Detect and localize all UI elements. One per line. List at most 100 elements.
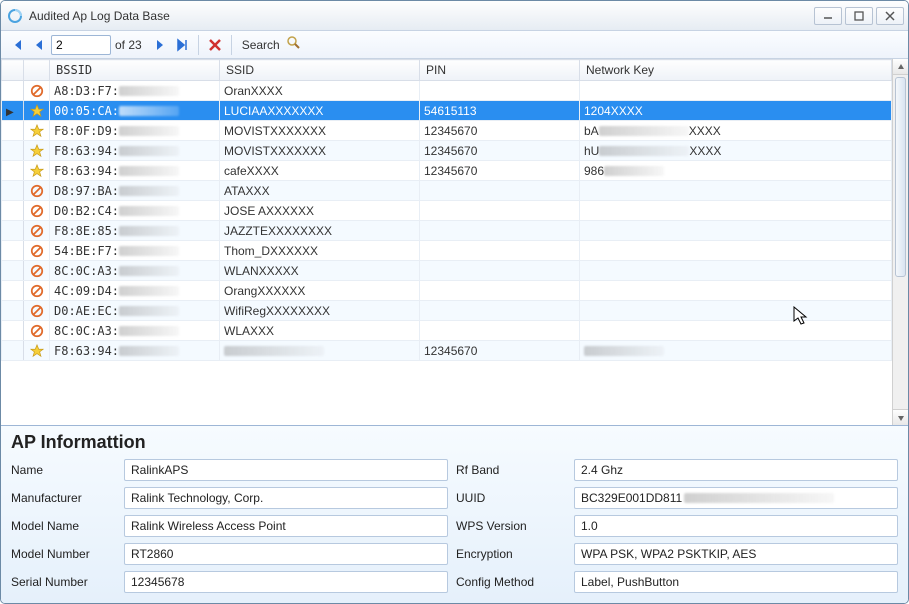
cell-ssid[interactable]: JAZZTEXXXXXXXX [220, 221, 420, 241]
cell-key[interactable] [580, 201, 892, 221]
col-bssid[interactable]: BSSID [50, 60, 220, 81]
cell-bssid[interactable]: 00:05:CA: [50, 101, 220, 121]
info-label: WPS Version [456, 519, 566, 533]
cell-pin[interactable] [420, 241, 580, 261]
cell-bssid[interactable]: 8C:0C:A3: [50, 261, 220, 281]
cell-ssid[interactable]: WLANXXXXX [220, 261, 420, 281]
table-row[interactable]: F8:63:94:cafeXXXX12345670986 [2, 161, 892, 181]
cell-key[interactable] [580, 341, 892, 361]
cell-key[interactable] [580, 301, 892, 321]
cell-bssid[interactable]: F8:8E:85: [50, 221, 220, 241]
cell-key[interactable] [580, 261, 892, 281]
cell-ssid[interactable]: WLAXXX [220, 321, 420, 341]
cell-pin[interactable] [420, 221, 580, 241]
nav-first-button[interactable] [7, 35, 27, 55]
cell-pin[interactable] [420, 81, 580, 101]
table-row[interactable]: F8:63:94:MOVISTXXXXXXX12345670hUXXXX [2, 141, 892, 161]
cell-ssid[interactable] [220, 341, 420, 361]
table-row[interactable]: F8:63:94: 12345670 [2, 341, 892, 361]
close-button[interactable] [876, 7, 904, 25]
cell-ssid[interactable]: Thom_DXXXXXX [220, 241, 420, 261]
cell-pin[interactable]: 12345670 [420, 341, 580, 361]
blocked-icon [24, 321, 50, 341]
cell-key[interactable] [580, 321, 892, 341]
page-input[interactable] [51, 35, 111, 55]
cell-pin[interactable] [420, 281, 580, 301]
cell-pin[interactable] [420, 301, 580, 321]
ap-grid[interactable]: BSSID SSID PIN Network Key A8:D3:F7:Oran… [1, 59, 892, 361]
star-icon [24, 341, 50, 361]
blocked-icon [24, 241, 50, 261]
cell-pin[interactable]: 12345670 [420, 141, 580, 161]
table-row[interactable]: 8C:0C:A3:WLANXXXXX [2, 261, 892, 281]
table-row[interactable]: 54:BE:F7:Thom_DXXXXXX [2, 241, 892, 261]
scroll-down-button[interactable] [893, 409, 908, 425]
info-value: 2.4 Ghz [574, 459, 898, 481]
info-panel: AP Informattion NameRalinkAPSRf Band2.4 … [1, 425, 908, 603]
cell-bssid[interactable]: D8:97:BA: [50, 181, 220, 201]
col-marker[interactable] [2, 60, 24, 81]
col-pin[interactable]: PIN [420, 60, 580, 81]
cell-bssid[interactable]: D0:AE:EC: [50, 301, 220, 321]
cell-pin[interactable]: 12345670 [420, 161, 580, 181]
cell-ssid[interactable]: OranXXXX [220, 81, 420, 101]
search-icon[interactable] [286, 35, 302, 54]
cell-ssid[interactable]: MOVISTXXXXXXX [220, 121, 420, 141]
cell-key[interactable] [580, 221, 892, 241]
col-key[interactable]: Network Key [580, 60, 892, 81]
cell-key[interactable] [580, 181, 892, 201]
maximize-button[interactable] [845, 7, 873, 25]
table-row[interactable]: A8:D3:F7:OranXXXX [2, 81, 892, 101]
vertical-scrollbar[interactable] [892, 59, 908, 425]
table-row[interactable]: F8:0F:D9:MOVISTXXXXXXX12345670bAXXXX [2, 121, 892, 141]
cell-bssid[interactable]: F8:63:94: [50, 141, 220, 161]
nav-next-button[interactable] [150, 35, 170, 55]
cell-key[interactable]: 986 [580, 161, 892, 181]
cell-ssid[interactable]: JOSE AXXXXXX [220, 201, 420, 221]
cell-key[interactable]: 1204XXXX [580, 101, 892, 121]
cell-key[interactable]: bAXXXX [580, 121, 892, 141]
cell-ssid[interactable]: ATAXXX [220, 181, 420, 201]
cell-bssid[interactable]: 54:BE:F7: [50, 241, 220, 261]
col-icon[interactable] [24, 60, 50, 81]
scroll-thumb[interactable] [895, 77, 906, 277]
table-row[interactable]: 8C:0C:A3:WLAXXX [2, 321, 892, 341]
cell-pin[interactable] [420, 261, 580, 281]
table-row[interactable]: 4C:09:D4:OrangXXXXXX [2, 281, 892, 301]
cell-bssid[interactable]: 4C:09:D4: [50, 281, 220, 301]
table-row[interactable]: D8:97:BA:ATAXXX [2, 181, 892, 201]
cell-pin[interactable] [420, 201, 580, 221]
cell-ssid[interactable]: WifiRegXXXXXXXX [220, 301, 420, 321]
table-row[interactable]: D0:AE:EC:WifiRegXXXXXXXX [2, 301, 892, 321]
info-label: Manufacturer [11, 491, 116, 505]
cell-pin[interactable]: 12345670 [420, 121, 580, 141]
cell-bssid[interactable]: D0:B2:C4: [50, 201, 220, 221]
cell-key[interactable] [580, 81, 892, 101]
cell-key[interactable] [580, 281, 892, 301]
cell-ssid[interactable]: LUCIAAXXXXXXX [220, 101, 420, 121]
cell-key[interactable]: hUXXXX [580, 141, 892, 161]
nav-last-button[interactable] [172, 35, 192, 55]
cell-bssid[interactable]: F8:0F:D9: [50, 121, 220, 141]
cell-pin[interactable]: 54615113 [420, 101, 580, 121]
delete-button[interactable] [205, 35, 225, 55]
window-title: Audited Ap Log Data Base [29, 9, 811, 23]
minimize-button[interactable] [814, 7, 842, 25]
cell-bssid[interactable]: F8:63:94: [50, 341, 220, 361]
cell-key[interactable] [580, 241, 892, 261]
cell-pin[interactable] [420, 181, 580, 201]
cell-pin[interactable] [420, 321, 580, 341]
cell-bssid[interactable]: A8:D3:F7: [50, 81, 220, 101]
nav-prev-button[interactable] [29, 35, 49, 55]
cell-ssid[interactable]: MOVISTXXXXXXX [220, 141, 420, 161]
cell-ssid[interactable]: OrangXXXXXX [220, 281, 420, 301]
table-row[interactable]: F8:8E:85:JAZZTEXXXXXXXX [2, 221, 892, 241]
table-row[interactable]: D0:B2:C4:JOSE AXXXXXX [2, 201, 892, 221]
cell-bssid[interactable]: F8:63:94: [50, 161, 220, 181]
col-ssid[interactable]: SSID [220, 60, 420, 81]
cell-ssid[interactable]: cafeXXXX [220, 161, 420, 181]
blocked-icon [24, 81, 50, 101]
cell-bssid[interactable]: 8C:0C:A3: [50, 321, 220, 341]
table-row[interactable]: ▶00:05:CA:LUCIAAXXXXXXX546151131204XXXX [2, 101, 892, 121]
scroll-up-button[interactable] [893, 59, 908, 75]
